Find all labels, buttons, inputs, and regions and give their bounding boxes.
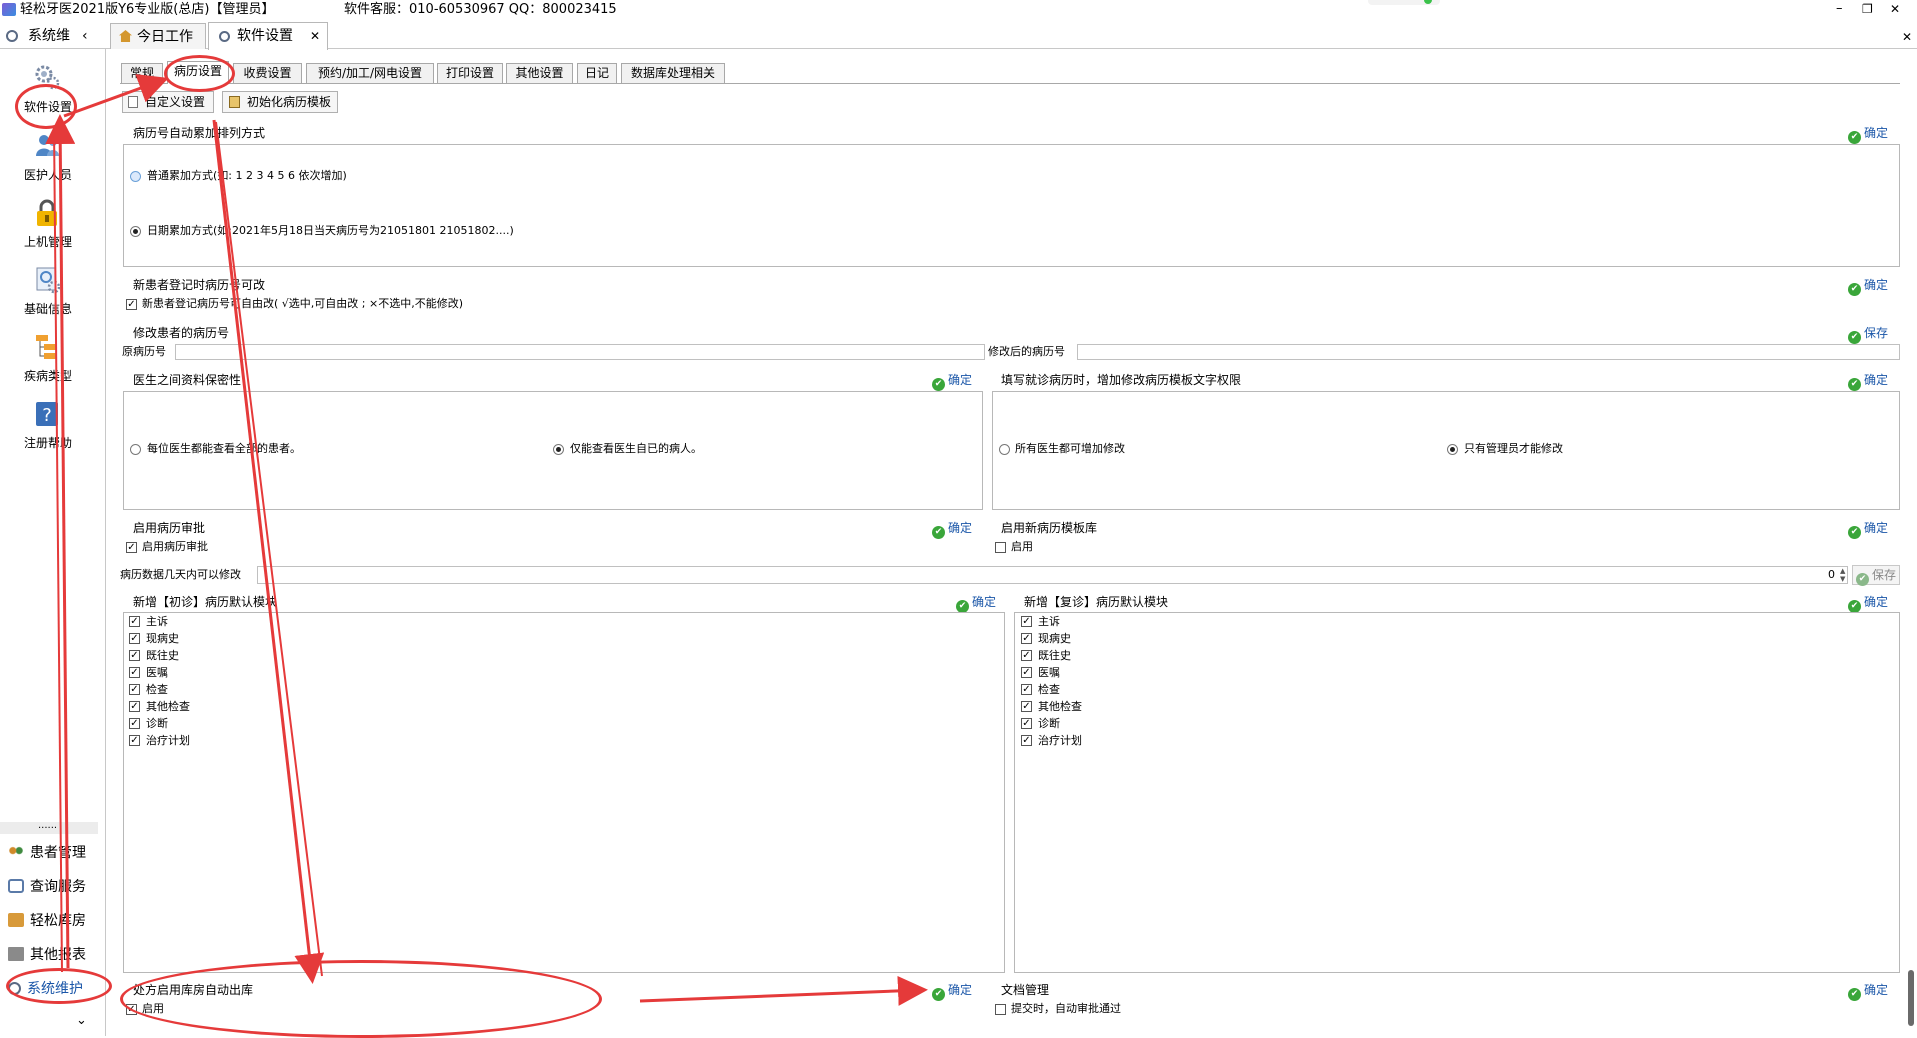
annotation-arrows (45, 74, 928, 1006)
annotation-arrow (639, 975, 928, 1006)
annotation-arrow (215, 121, 323, 977)
annotation-arrow (63, 74, 169, 118)
annotation-arrow (212, 119, 325, 984)
